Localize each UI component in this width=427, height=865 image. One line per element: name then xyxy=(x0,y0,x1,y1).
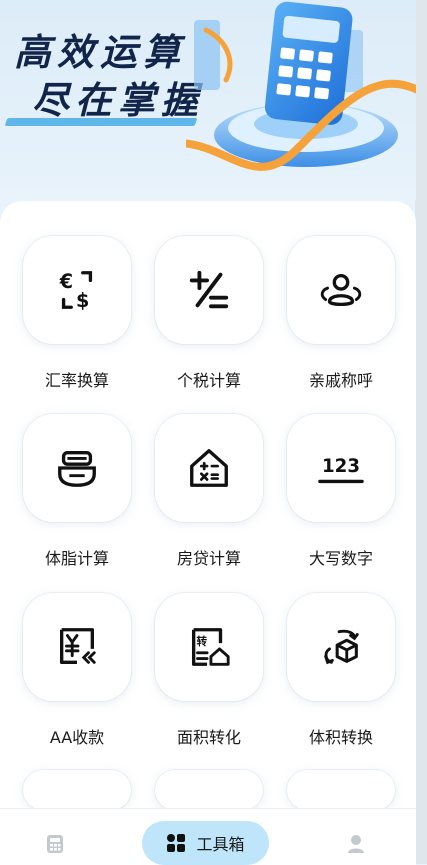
hero-title-line1: 高效运算 xyxy=(14,30,186,74)
tool-label: 体积转换 xyxy=(308,728,373,747)
calculator-illustration xyxy=(186,1,416,171)
tool-label: 个税计算 xyxy=(176,371,241,390)
yuan-receipt-icon xyxy=(59,628,96,665)
svg-text:€: € xyxy=(59,270,73,293)
tool-label: 体脂计算 xyxy=(44,549,109,568)
person-icon[interactable] xyxy=(347,834,365,854)
tool-label: 汇率换算 xyxy=(44,371,109,390)
tool-tile-partial[interactable] xyxy=(287,770,395,810)
tool-label: 大写数字 xyxy=(308,549,373,568)
scrollbar[interactable] xyxy=(415,0,427,864)
calculator-icon[interactable] xyxy=(46,834,64,854)
scale-icon xyxy=(58,450,96,487)
hero-title-line2: 尽在掌握 xyxy=(32,78,204,122)
tab-toolbox[interactable]: 工具箱 xyxy=(142,821,269,865)
tool-label: 亲戚称呼 xyxy=(308,371,373,390)
plus-minus-icon xyxy=(189,270,229,309)
tool-aa-payment[interactable] xyxy=(23,593,131,701)
tool-tile-partial[interactable] xyxy=(155,770,263,810)
tool-relatives[interactable] xyxy=(287,236,395,344)
volume-convert-icon xyxy=(324,629,359,665)
number-icon: 123 xyxy=(318,456,364,484)
svg-text:$: $ xyxy=(76,289,89,312)
people-icon xyxy=(320,273,362,307)
tool-tile-partial[interactable] xyxy=(23,770,131,810)
svg-text:转: 转 xyxy=(197,635,208,648)
toolbox-icon xyxy=(167,834,186,852)
tool-exchange-rate[interactable]: € $ xyxy=(23,236,131,344)
tool-area-convert[interactable]: 转 xyxy=(155,593,263,701)
tool-income-tax[interactable] xyxy=(155,236,263,344)
hero-banner: 高效运算 尽在掌握 xyxy=(0,0,416,200)
number-icon-text: 123 xyxy=(322,456,360,477)
tool-body-fat[interactable] xyxy=(23,414,131,522)
area-convert-icon: 转 xyxy=(191,628,230,666)
tool-mortgage[interactable] xyxy=(155,414,263,522)
tool-uppercase-number[interactable]: 123 xyxy=(287,414,395,522)
house-calculator-icon xyxy=(190,449,228,487)
currency-exchange-icon: € $ xyxy=(59,270,93,312)
tab-toolbox-label: 工具箱 xyxy=(196,835,245,854)
tool-label: 房贷计算 xyxy=(176,549,241,568)
tool-volume-convert[interactable] xyxy=(287,593,395,701)
tool-label: 面积转化 xyxy=(176,728,241,747)
tool-label: AA收款 xyxy=(49,728,105,747)
